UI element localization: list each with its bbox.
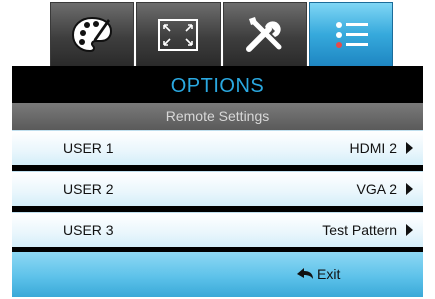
menu-title: OPTIONS [12,66,423,103]
menu-footer: Exit [12,252,423,297]
chevron-right-icon [406,183,413,195]
tab-image[interactable] [136,2,221,66]
aspect-ratio-icon [155,12,201,58]
menu-panel: OPTIONS Remote Settings USER 1 HDMI 2 US… [12,66,423,297]
chevron-right-icon [406,224,413,236]
menu-tabs [50,2,393,68]
tab-setup[interactable] [222,2,307,66]
tab-display[interactable] [50,2,135,66]
menu-row-user1[interactable]: USER 1 HDMI 2 [12,130,423,165]
tab-options[interactable] [308,2,393,66]
menu-row-user2[interactable]: USER 2 VGA 2 [12,171,423,206]
options-list-icon [328,12,374,58]
exit-button[interactable]: Exit [317,252,340,296]
tools-icon [242,12,288,58]
row-value: HDMI 2 [349,140,397,156]
return-arrow-icon [297,268,313,279]
menu-subtitle: Remote Settings [12,103,423,130]
osd-menu: OPTIONS Remote Settings USER 1 HDMI 2 US… [0,0,435,299]
row-value: VGA 2 [356,181,397,197]
row-label: USER 3 [63,222,114,238]
row-label: USER 1 [63,140,114,156]
palette-icon [69,12,115,58]
row-label: USER 2 [63,181,114,197]
menu-row-user3[interactable]: USER 3 Test Pattern [12,212,423,247]
chevron-right-icon [406,142,413,154]
row-value: Test Pattern [322,222,397,238]
